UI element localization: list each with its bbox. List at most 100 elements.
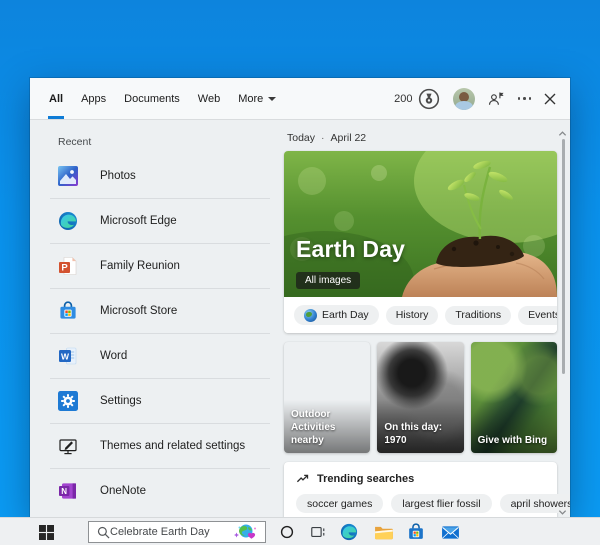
desktop: All Apps Documents Web More 200 (0, 0, 600, 545)
store-app-icon (58, 301, 78, 321)
card-caption: Give with Bing (478, 434, 552, 447)
chip-label: Traditions (455, 309, 501, 321)
feedback-icon[interactable] (488, 90, 505, 107)
results-scrollbar[interactable] (556, 121, 569, 517)
mail-taskbar-icon (441, 525, 460, 540)
chip-label: Earth Day (322, 309, 369, 321)
recent-item-settings[interactable]: Settings (30, 379, 280, 423)
task-view-button[interactable] (303, 518, 333, 545)
scroll-up-icon[interactable] (558, 125, 567, 134)
cortana-button[interactable] (272, 518, 302, 545)
task-view-icon (310, 524, 326, 540)
photos-app-icon (58, 166, 78, 186)
tab-all[interactable]: All (40, 78, 72, 119)
svg-text:P: P (61, 263, 68, 274)
powerpoint-file-icon: P (58, 256, 78, 276)
tab-apps[interactable]: Apps (72, 78, 115, 119)
trending-chip-soccer-games[interactable]: soccer games (296, 494, 383, 513)
trending-title: Trending searches (317, 473, 414, 485)
recent-item-label: Themes and related settings (100, 440, 245, 452)
trending-searches-card: Trending searches soccer games largest f… (284, 462, 557, 517)
hero-chip-row: Earth Day History Traditions Events (284, 297, 557, 333)
card-caption: On this day: 1970 (384, 421, 458, 447)
search-tabs: All Apps Documents Web More (40, 78, 285, 119)
chip-history[interactable]: History (386, 306, 439, 325)
word-app-icon: W (58, 346, 78, 366)
recent-item-label: Settings (100, 395, 142, 407)
chip-label: History (396, 309, 429, 321)
tab-web-label: Web (198, 93, 220, 105)
tab-more[interactable]: More (229, 78, 285, 119)
scroll-down-icon[interactable] (558, 504, 567, 513)
recent-item-label: Family Reunion (100, 260, 180, 272)
store-taskbar-button[interactable] (401, 518, 431, 545)
trending-chip-largest-flier-fossil[interactable]: largest flier fossil (391, 494, 491, 513)
earth-globe-icon (304, 309, 317, 322)
tab-all-label: All (49, 93, 63, 105)
file-explorer-button[interactable] (368, 518, 398, 545)
card-give-with-bing[interactable]: Give with Bing (471, 342, 557, 453)
cortana-icon (280, 525, 294, 539)
close-icon[interactable] (544, 93, 556, 105)
earth-day-photo: Earth Day All images (284, 151, 557, 297)
card-outdoor-activities[interactable]: Outdoor Activities nearby (284, 342, 370, 453)
search-flyout-window: All Apps Documents Web More 200 (30, 78, 570, 517)
all-images-button[interactable]: All images (296, 272, 360, 289)
earth-day-doodle-icon (231, 522, 261, 542)
svg-text:N: N (61, 487, 67, 496)
trending-arrow-icon (296, 472, 309, 485)
recent-item-word[interactable]: W Word (30, 334, 280, 378)
onenote-app-icon: N (58, 481, 78, 501)
svg-text:W: W (61, 351, 70, 361)
results-panel: Today · April 22 (280, 120, 570, 516)
search-input[interactable] (110, 526, 231, 538)
recent-item-label: OneNote (100, 485, 146, 497)
recent-item-photos[interactable]: Photos (30, 154, 280, 198)
user-avatar[interactable] (453, 88, 475, 110)
recent-title: Recent (30, 128, 280, 154)
recent-item-microsoft-store[interactable]: Microsoft Store (30, 289, 280, 333)
search-tab-bar: All Apps Documents Web More 200 (30, 78, 570, 120)
today-label: Today (287, 132, 315, 144)
rewards-points-button[interactable]: 200 (394, 88, 439, 110)
recent-item-onenote[interactable]: N OneNote (30, 469, 280, 513)
hero-title: Earth Day (296, 236, 405, 263)
dot-separator: · (321, 132, 325, 144)
avatar-body (455, 101, 473, 110)
chip-events[interactable]: Events (518, 306, 557, 325)
taskbar-search-box[interactable] (88, 521, 266, 543)
recent-item-label: Photos (100, 170, 136, 182)
scrollbar-thumb[interactable] (562, 139, 565, 374)
recent-item-label: Microsoft Store (100, 305, 177, 317)
rewards-medal-icon (418, 88, 440, 110)
chip-earth-day[interactable]: Earth Day (294, 305, 379, 325)
recent-item-themes-settings[interactable]: Themes and related settings (30, 424, 280, 468)
recent-item-label: Microsoft Edge (100, 215, 177, 227)
tab-apps-label: Apps (81, 93, 106, 105)
taskbar (0, 517, 600, 545)
settings-app-icon (58, 391, 78, 411)
recent-item-microsoft-edge[interactable]: Microsoft Edge (30, 199, 280, 243)
card-caption: Outdoor Activities nearby (291, 408, 365, 447)
earth-day-hero-card[interactable]: Earth Day All images Earth Day History T… (284, 151, 557, 333)
chevron-down-icon (268, 97, 276, 101)
start-icon (39, 525, 54, 540)
today-date: April 22 (331, 132, 367, 144)
ellipsis-icon[interactable] (518, 97, 532, 100)
card-on-this-day[interactable]: On this day: 1970 (377, 342, 463, 453)
mail-button[interactable] (435, 518, 465, 545)
recent-item-label: Word (100, 350, 127, 362)
today-header: Today · April 22 (287, 132, 570, 144)
rewards-points-value: 200 (394, 93, 412, 105)
chip-traditions[interactable]: Traditions (445, 306, 511, 325)
story-cards-row: Outdoor Activities nearby On this day: 1… (284, 342, 557, 453)
edge-taskbar-button[interactable] (334, 518, 364, 545)
start-button[interactable] (30, 518, 62, 545)
tab-web[interactable]: Web (189, 78, 229, 119)
tab-documents[interactable]: Documents (115, 78, 189, 119)
themes-monitor-pen-icon (58, 436, 78, 456)
chip-label: Events (528, 309, 557, 321)
recent-item-family-reunion[interactable]: P Family Reunion (30, 244, 280, 288)
recent-panel: Recent Photos (30, 120, 280, 516)
edge-app-icon (58, 211, 78, 231)
